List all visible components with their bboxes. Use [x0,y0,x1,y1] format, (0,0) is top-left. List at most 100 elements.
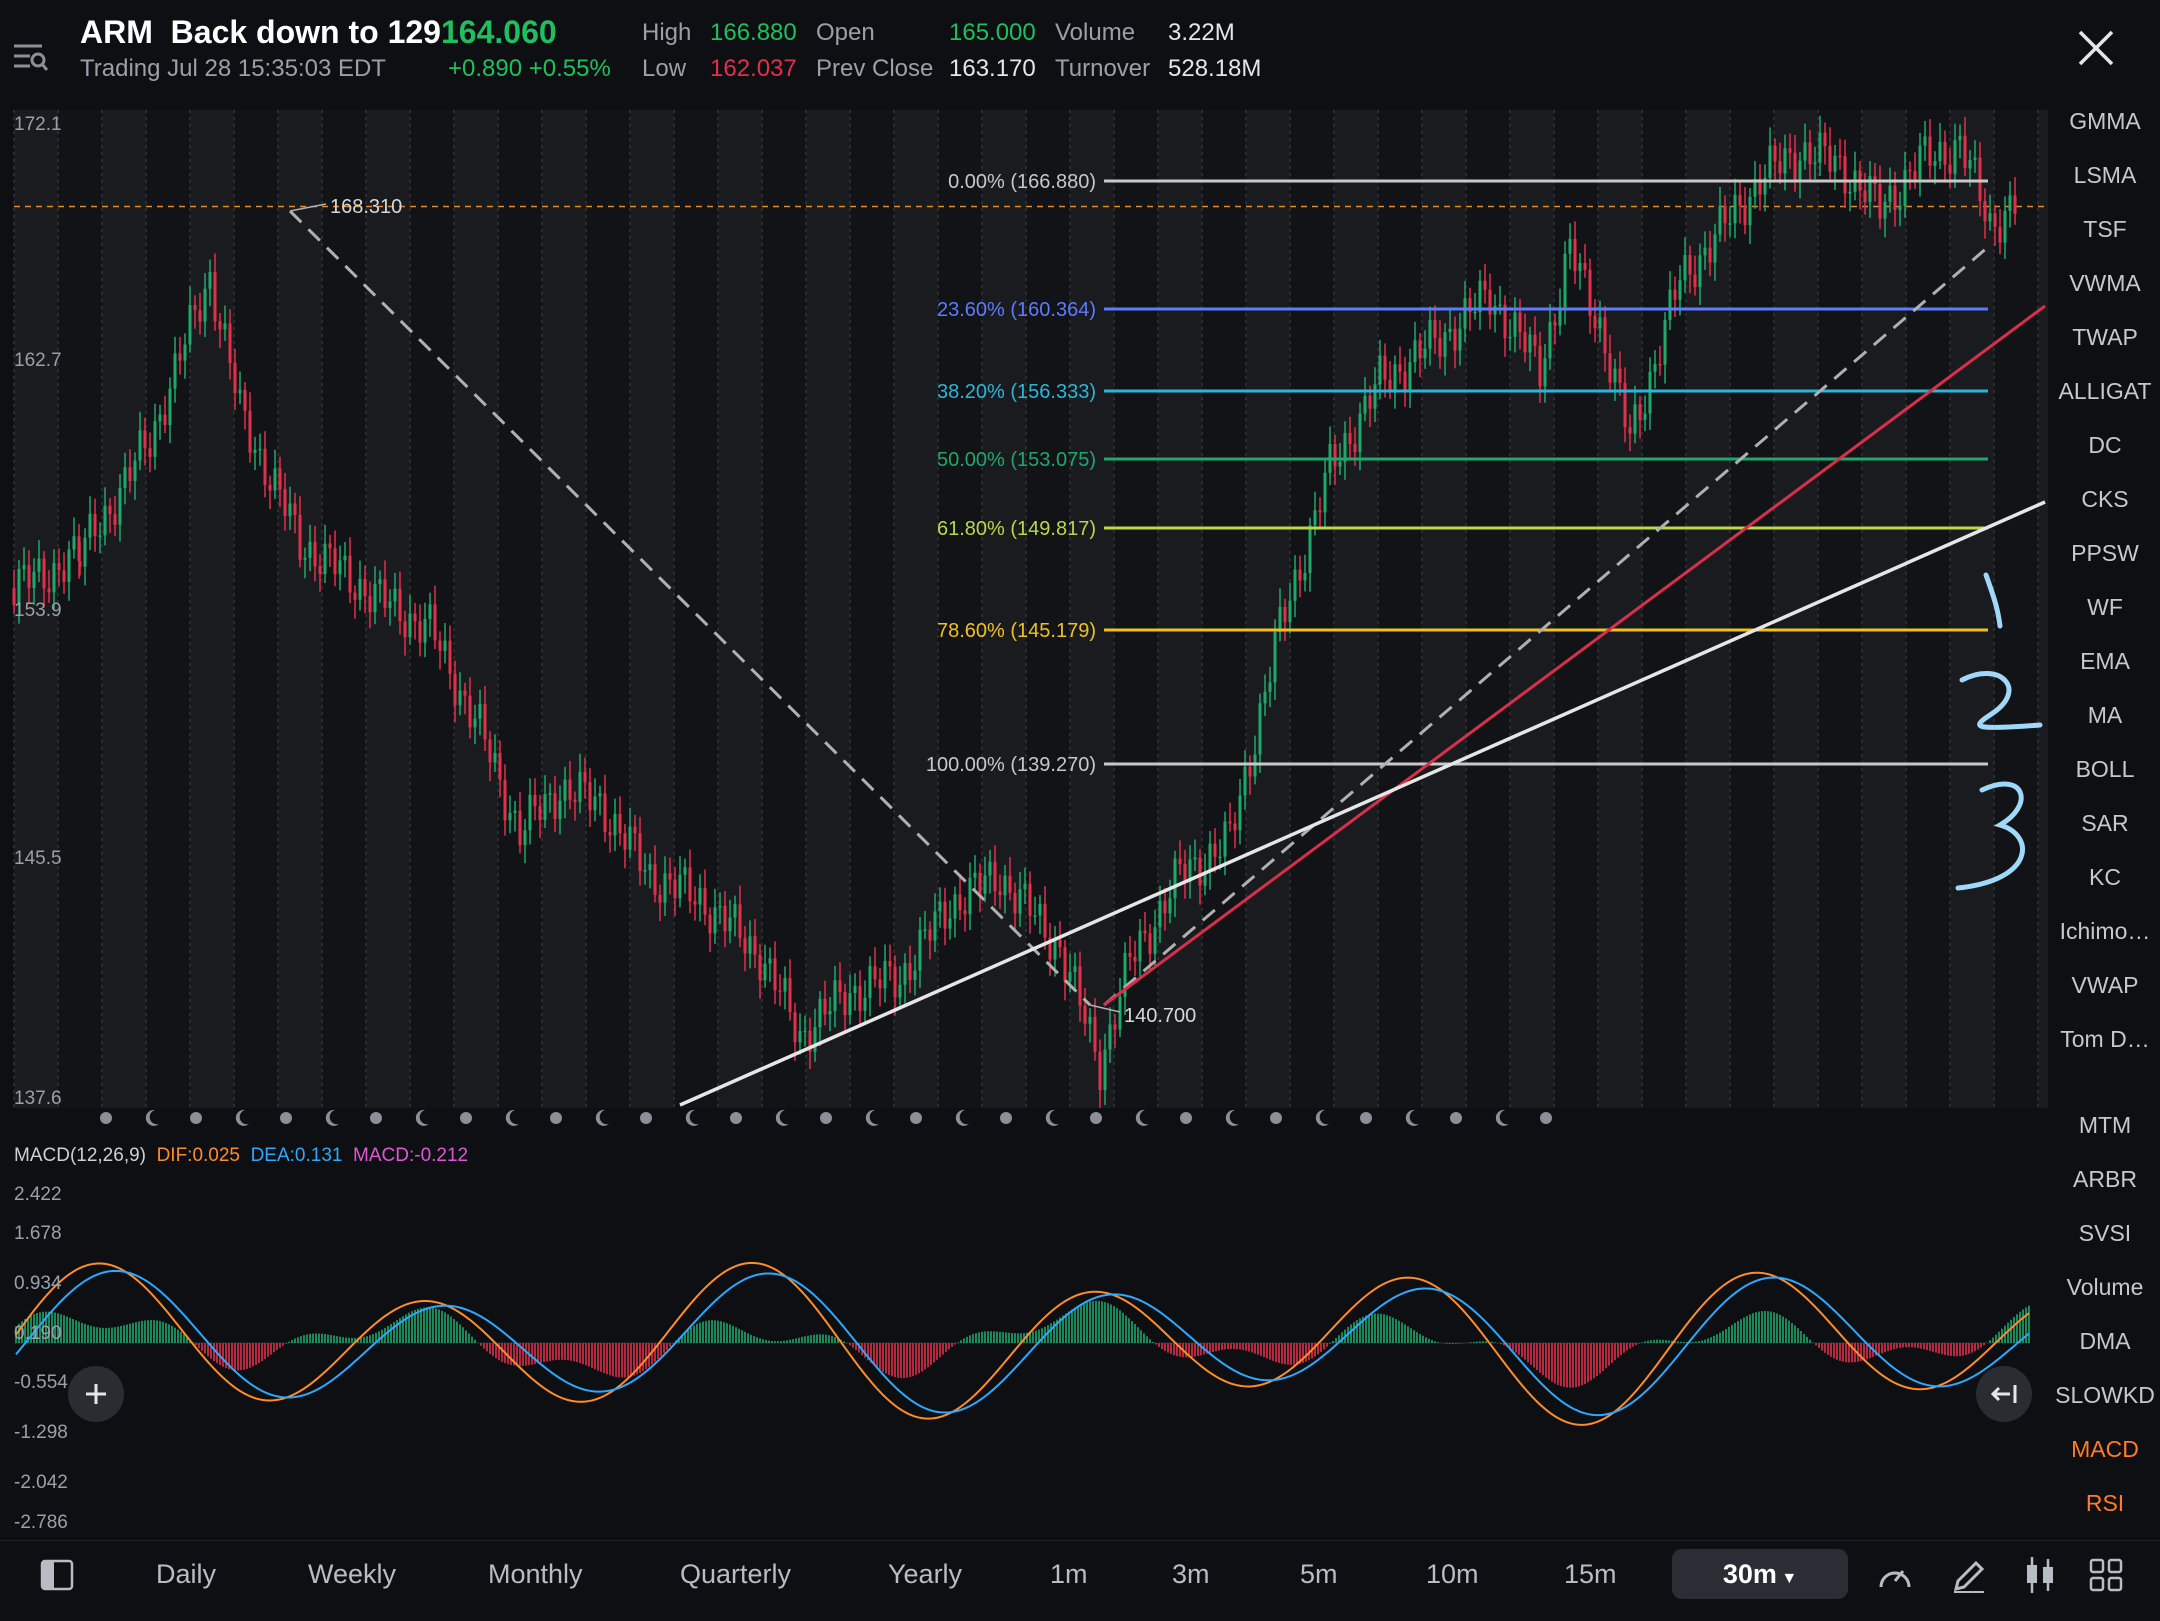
tab-10m[interactable]: 10m [1426,1559,1479,1590]
candle-body [683,867,687,875]
candle-body [813,1027,817,1052]
indicator-item-rsi[interactable]: RSI [2050,1490,2160,1517]
indicator-item-tom-demark[interactable]: Tom D… [2050,1026,2160,1053]
tab-weekly[interactable]: Weekly [308,1559,396,1590]
candle-body [123,467,127,488]
indicator-item-dma[interactable]: DMA [2050,1328,2160,1355]
indicator-item-slowkd[interactable]: SLOWKD [2050,1382,2160,1409]
indicator-item-ichimoku[interactable]: Ichimo… [2050,918,2160,945]
candle-body [1738,194,1742,206]
tab-30m-dropdown[interactable]: 30m ▼ [1672,1549,1848,1599]
candle-body [618,813,622,834]
candle-body [1643,413,1647,420]
candle-body [1023,883,1027,890]
session-band [102,110,146,1108]
candle-body [508,812,512,821]
candle-body [448,640,452,674]
low-label: Low [642,55,687,82]
tab-3m[interactable]: 3m [1172,1559,1210,1590]
pencil-icon[interactable] [1950,1557,1988,1595]
plus-icon [86,1384,106,1404]
candle-body [22,565,26,569]
indicator-item-cks[interactable]: CKS [2050,486,2160,513]
close-icon[interactable] [2072,24,2120,72]
candle-body [263,448,267,485]
candle-body [1408,362,1412,391]
indicator-item-svsi[interactable]: SVSI [2050,1220,2160,1247]
candle-body [318,566,322,574]
collapse-panel-button[interactable] [1976,1366,2032,1422]
candle-body [503,779,507,821]
candle-body [378,579,382,584]
indicator-item-boll[interactable]: BOLL [2050,756,2160,783]
indicator-item-gmma[interactable]: GMMA [2050,108,2160,135]
candle-body [473,718,477,728]
candle-body [858,985,862,1011]
indicator-item-lsma[interactable]: LSMA [2050,162,2160,189]
candle-body [1108,1024,1112,1050]
candle-body [1313,510,1317,526]
indicator-item-ppsw[interactable]: PPSW [2050,540,2160,567]
speed-icon[interactable] [1876,1559,1914,1593]
candle-body [1038,903,1042,916]
grid-icon[interactable] [2088,1557,2124,1593]
candle-body [1248,766,1252,777]
candle-body [1928,136,1932,166]
candle-body [1533,334,1537,346]
candles-icon[interactable] [2022,1555,2058,1595]
indicator-item-mtm[interactable]: MTM [2050,1112,2160,1139]
candle-body [208,272,212,289]
indicator-item-sar[interactable]: SAR [2050,810,2160,837]
sun-icon [550,1112,562,1124]
candle-body [418,621,422,643]
tab-1m[interactable]: 1m [1050,1559,1088,1590]
indicator-item-alligator[interactable]: ALLIGAT [2050,378,2160,405]
indicator-item-kc[interactable]: KC [2050,864,2160,891]
menu-icon[interactable] [12,40,49,74]
candle-body [308,541,312,558]
candle-body [1353,444,1357,453]
indicator-item-wf[interactable]: WF [2050,594,2160,621]
moon-icon [325,1109,339,1126]
layout-icon[interactable] [40,1559,74,1591]
tab-monthly[interactable]: Monthly [488,1559,583,1590]
indicator-item-dc[interactable]: DC [2050,432,2160,459]
price-chart[interactable]: 0.00% (166.880) 23.60% (160.364) 38.20% (1… [0,110,2048,1540]
candle-body [603,793,607,833]
tab-quarterly[interactable]: Quarterly [680,1559,791,1590]
candle-body [563,779,567,801]
indicator-item-ma[interactable]: MA [2050,702,2160,729]
sun-icon [460,1112,472,1124]
macd-axis-label: 0.190 [14,1323,62,1344]
indicator-item-arbr[interactable]: ARBR [2050,1166,2160,1193]
indicator-item-tsf[interactable]: TSF [2050,216,2160,243]
candle-body [168,388,172,426]
candle-body [42,558,46,589]
tab-daily[interactable]: Daily [156,1559,216,1590]
indicator-item-macd[interactable]: MACD [2050,1436,2160,1463]
candle-body [428,604,432,619]
price-axis-label: 172.1 [14,114,62,135]
candle-body [298,515,302,560]
candle-body [1963,135,1967,169]
add-indicator-button[interactable] [68,1366,124,1422]
candle-body [203,288,207,322]
candle-body [1028,883,1032,916]
candle-body [1008,875,1012,893]
tab-yearly[interactable]: Yearly [888,1559,962,1590]
indicator-item-volume[interactable]: Volume [2050,1274,2160,1301]
candle-body [718,905,722,908]
candle-body [1913,171,1917,180]
candle-body [218,321,222,330]
candle-body [703,887,707,915]
tab-15m[interactable]: 15m [1564,1559,1617,1590]
moon-icon [235,1109,249,1126]
indicator-item-ema[interactable]: EMA [2050,648,2160,675]
tab-5m[interactable]: 5m [1300,1559,1338,1590]
indicator-item-twap[interactable]: TWAP [2050,324,2160,351]
candle-body [1898,206,1902,210]
indicator-item-vwap[interactable]: VWAP [2050,972,2160,999]
candle-body [1198,857,1202,886]
candle-body [1118,996,1122,1030]
indicator-item-vwma[interactable]: VWMA [2050,270,2160,297]
